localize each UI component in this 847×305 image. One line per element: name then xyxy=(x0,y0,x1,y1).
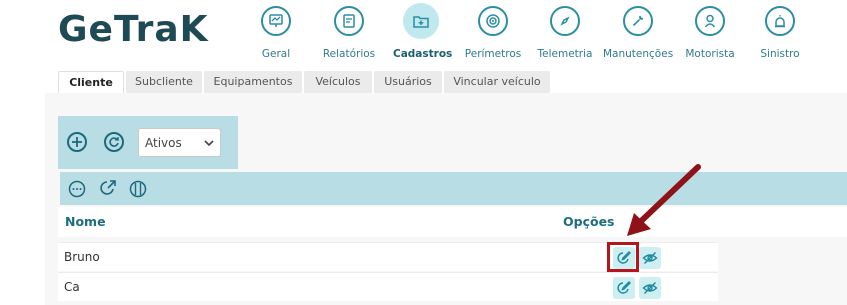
pointer-arrow-icon xyxy=(627,164,701,236)
